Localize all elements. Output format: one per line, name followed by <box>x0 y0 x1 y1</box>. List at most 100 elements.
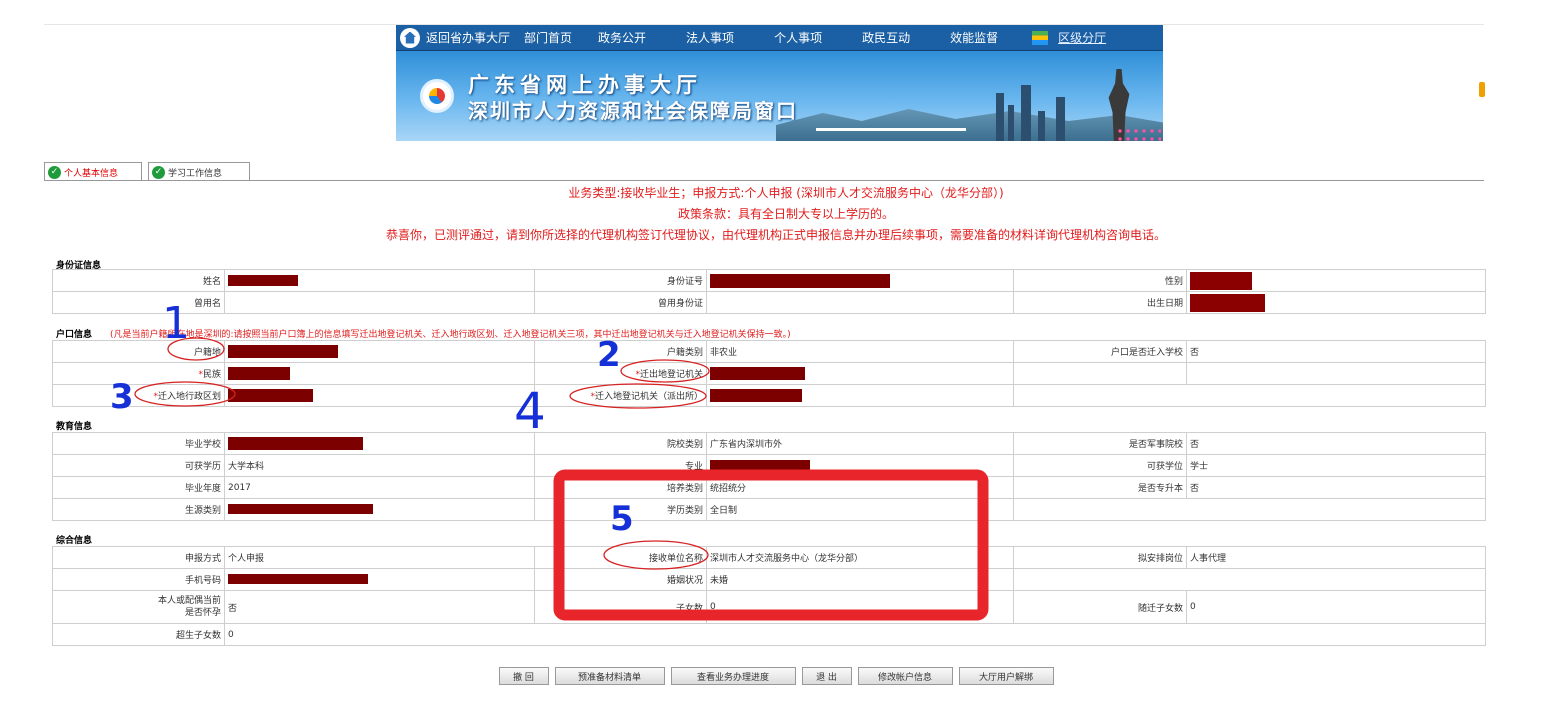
redaction-mark <box>710 389 802 402</box>
unit-label: 接收单位名称 <box>534 546 707 569</box>
degree-value: 大学本科 <box>224 454 535 477</box>
used-id-label: 曾用身份证 <box>534 291 707 314</box>
post-value: 人事代理 <box>1186 546 1486 569</box>
tab-study-work-info[interactable]: ✓ 学习工作信息 <box>148 162 250 181</box>
progress-button[interactable]: 查看业务办理进度 <box>670 667 796 685</box>
in-region-value <box>224 384 535 407</box>
table-row: 生源类别 学历类别 全日制 <box>52 498 1486 521</box>
tab-underline <box>44 180 1484 181</box>
section-title-text: 户口信息 <box>56 330 93 340</box>
marriage-label: 婚姻状况 <box>534 568 707 591</box>
table-row: 曾用名 曾用身份证 出生日期 <box>52 291 1486 314</box>
banner-bridge <box>816 128 966 131</box>
hukou-info-table: 户籍地 户籍类别 非农业 户口是否迁入学校 否 *民族 *迁出地登记机关 *迁入… <box>52 340 1486 407</box>
name-label: 姓名 <box>52 269 225 292</box>
id-info-table: 姓名 身份证号 性别 曾用名 曾用身份证 出生日期 <box>52 269 1486 314</box>
banner-tower <box>1008 105 1014 141</box>
origin-label: 户籍地 <box>52 340 225 363</box>
table-row: *迁入地行政区划 *迁入地登记机关（派出所） <box>52 384 1486 407</box>
school-type-value: 广东省内深圳市外 <box>706 432 1014 455</box>
edit-account-button[interactable]: 修改帐户信息 <box>857 667 953 685</box>
table-row: 毕业学校 院校类别 广东省内深圳市外 是否军事院校 否 <box>52 432 1486 455</box>
redaction-mark <box>1190 293 1265 312</box>
check-circle-icon: ✓ <box>48 165 61 179</box>
withdraw-button[interactable]: 撤 回 <box>498 667 549 685</box>
birth-label: 出生日期 <box>1013 291 1187 314</box>
redaction-mark <box>1190 271 1252 290</box>
edu-info-table: 毕业学校 院校类别 广东省内深圳市外 是否军事院校 否 可获学历 大学本科 专业… <box>52 432 1486 521</box>
out-org-value <box>706 362 1014 385</box>
redaction-mark <box>228 367 290 380</box>
side-float-tab[interactable] <box>1479 82 1485 97</box>
material-list-button[interactable]: 预准备材料清单 <box>554 667 665 685</box>
study-value: 全日制 <box>706 498 1014 521</box>
name-value <box>224 269 535 292</box>
tab-label: 个人基本信息 <box>64 168 119 179</box>
policy-message: 政策条款：具有全日制大专以上学历的。 <box>677 207 894 221</box>
nav-personal[interactable]: 个人事项 <box>774 29 822 46</box>
ethnic-label: *民族 <box>52 362 225 385</box>
table-row: 超生子女数 0 <box>52 623 1486 646</box>
pregnant-label-line1: 本人或配偶当前 <box>157 596 221 606</box>
unbind-button[interactable]: 大厅用户解绑 <box>958 667 1054 685</box>
children-value: 0 <box>706 590 1014 624</box>
nav-dept-home[interactable]: 部门首页 <box>524 29 572 46</box>
origin-value <box>224 340 535 363</box>
redaction-mark <box>228 345 338 358</box>
source-label: 生源类别 <box>52 498 225 521</box>
year-label: 毕业年度 <box>52 476 225 499</box>
ethnic-value <box>224 362 535 385</box>
exit-button[interactable]: 退 出 <box>801 667 852 685</box>
banner-flowers <box>1116 127 1161 141</box>
used-name-label: 曾用名 <box>52 291 225 314</box>
banner-tower <box>996 93 1004 141</box>
header-banner: 广东省网上办事大厅 深圳市人力资源和社会保障局窗口 <box>396 51 1163 141</box>
pregnant-label-line2: 是否怀孕 <box>184 608 221 618</box>
empty-cell <box>1013 498 1486 521</box>
action-buttons: 撤 回 预准备材料清单 查看业务办理进度 退 出 修改帐户信息 大厅用户解绑 <box>0 667 1552 685</box>
used-name-value <box>224 291 535 314</box>
year-value: 2017 <box>224 476 535 499</box>
source-value <box>224 498 535 521</box>
children-label: 子女数 <box>534 590 707 624</box>
pregnant-label: 本人或配偶当前是否怀孕 <box>52 590 225 624</box>
redaction-mark <box>710 460 810 471</box>
major-label: 专业 <box>534 454 707 477</box>
section-title-general: 综合信息 <box>56 536 93 546</box>
in-org-label-text: 迁入地登记机关（派出所） <box>594 392 703 402</box>
nav-gov-affairs[interactable]: 政务公开 <box>598 29 646 46</box>
in-org-value <box>706 384 1014 407</box>
empty-cell <box>1013 362 1187 385</box>
redaction-mark <box>228 437 363 450</box>
table-row: 毕业年度 2017 培养类别 统招统分 是否专升本 否 <box>52 476 1486 499</box>
nav-interaction[interactable]: 政民互动 <box>862 29 910 46</box>
result-message: 恭喜你，已测评通过，请到你所选择的代理机构签订代理协议，由代理机构正式申报信息并… <box>385 228 1166 242</box>
marriage-value: 未婚 <box>706 568 1014 591</box>
table-row: 可获学历 大学本科 专业 可获学位 学士 <box>52 454 1486 477</box>
title-label: 可获学位 <box>1013 454 1187 477</box>
nav-supervision[interactable]: 效能监督 <box>950 29 998 46</box>
general-info-table: 申报方式 个人申报 接收单位名称 深圳市人才交流服务中心（龙华分部） 拟安排岗位… <box>52 546 1486 646</box>
follow-value: 0 <box>1186 590 1486 624</box>
in-org-label: *迁入地登记机关（派出所） <box>534 384 707 407</box>
banner-hills <box>776 109 1163 141</box>
redaction-mark <box>710 367 805 380</box>
apply-label: 申报方式 <box>52 546 225 569</box>
nav-legal-entity[interactable]: 法人事项 <box>686 29 734 46</box>
form-tabs: ✓ 个人基本信息 ✓ 学习工作信息 <box>44 162 256 181</box>
school-type-label: 院校类别 <box>534 432 707 455</box>
idno-value <box>706 269 1014 292</box>
title-value: 学士 <box>1186 454 1486 477</box>
nav-district-hall[interactable]: 区级分厅 <box>1058 29 1106 46</box>
gender-value <box>1186 269 1486 292</box>
tab-basic-info[interactable]: ✓ 个人基本信息 <box>44 162 142 181</box>
home-icon[interactable] <box>400 27 420 48</box>
birth-value <box>1186 291 1486 314</box>
gd-hall-logo-icon <box>420 79 454 113</box>
train-value: 统招统分 <box>706 476 1014 499</box>
upgrade-label: 是否专升本 <box>1013 476 1187 499</box>
check-circle-icon: ✓ <box>152 165 165 179</box>
tab-label: 学习工作信息 <box>168 168 223 179</box>
banner-subtitle: 深圳市人力资源和社会保障局窗口 <box>468 99 798 123</box>
nav-back-to-hall[interactable]: 返回省办事大厅 <box>426 29 510 46</box>
